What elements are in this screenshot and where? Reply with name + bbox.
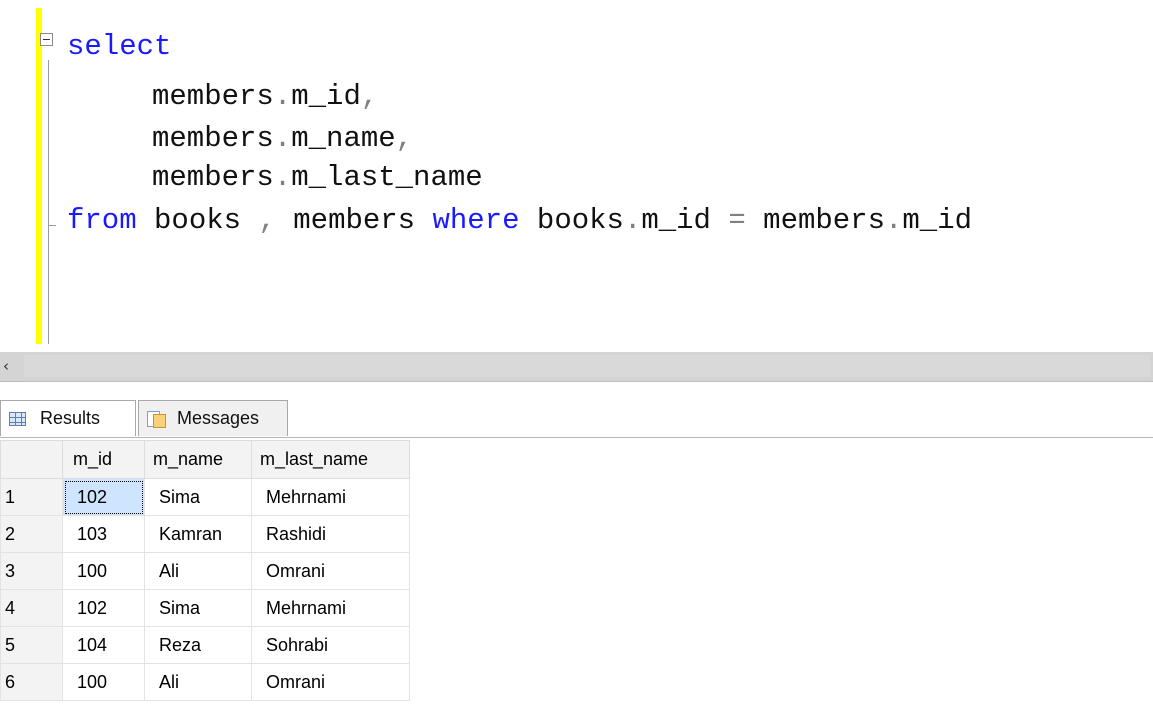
code-token: select xyxy=(67,30,172,63)
grid-cell[interactable]: Sima xyxy=(144,478,252,516)
code-line: members.m_name, xyxy=(152,120,413,158)
grid-cell[interactable]: Mehrnami xyxy=(251,589,410,627)
horizontal-scrollbar[interactable]: ‹ xyxy=(0,352,1153,382)
grid-icon xyxy=(9,411,26,426)
grid-cell[interactable]: Omrani xyxy=(251,552,410,590)
scroll-left-icon[interactable]: ‹ xyxy=(3,356,21,376)
grid-corner[interactable] xyxy=(0,440,63,479)
code-line: select xyxy=(67,28,171,66)
code-token: m_id xyxy=(902,204,973,237)
code-token: . xyxy=(623,204,642,237)
grid-cell[interactable]: Reza xyxy=(144,626,252,664)
code-area[interactable]: select members.m_id, members.m_name, mem… xyxy=(0,0,972,237)
tab-messages[interactable]: Messages xyxy=(138,400,288,436)
row-number[interactable]: 1 xyxy=(0,478,63,516)
row-number[interactable]: 5 xyxy=(0,626,63,664)
code-token: . xyxy=(273,122,292,155)
grid-cell[interactable]: Rashidi xyxy=(251,515,410,553)
code-token: , xyxy=(395,122,414,155)
grid-cell[interactable]: Ali xyxy=(144,663,252,701)
grid-cell[interactable]: Sohrabi xyxy=(251,626,410,664)
code-token: members xyxy=(152,122,274,155)
tab-messages-label: Messages xyxy=(177,408,260,428)
code-token: books xyxy=(519,204,624,237)
header-row: m_id m_name m_last_name xyxy=(0,440,410,479)
row-number[interactable]: 4 xyxy=(0,589,63,627)
code-line: from books , members where books.m_id = … xyxy=(67,202,972,240)
code-token: , xyxy=(360,80,379,113)
code-line: members.m_id, xyxy=(152,78,378,116)
code-token: m_id xyxy=(641,204,729,237)
grid-cell[interactable]: 102 xyxy=(62,478,145,516)
code-token: . xyxy=(273,80,292,113)
grid-cell[interactable]: 104 xyxy=(62,626,145,664)
code-token: , xyxy=(258,204,276,237)
code-token: m_last_name xyxy=(291,161,483,194)
code-token: m_name xyxy=(291,122,396,155)
code-token: . xyxy=(885,204,903,237)
table-row[interactable]: 1 102 Sima Mehrnami xyxy=(0,478,410,516)
code-token: books xyxy=(136,204,259,237)
row-number[interactable]: 2 xyxy=(0,515,63,553)
grid-cell[interactable]: 102 xyxy=(62,589,145,627)
code-token: where xyxy=(432,204,520,237)
table-row[interactable]: 5 104 Reza Sohrabi xyxy=(0,626,410,664)
code-token: m_id xyxy=(291,80,361,113)
code-token: members xyxy=(152,161,274,194)
row-number[interactable]: 3 xyxy=(0,552,63,590)
table-row[interactable]: 6 100 Ali Omrani xyxy=(0,663,410,701)
grid-cell[interactable]: Sima xyxy=(144,589,252,627)
code-token: from xyxy=(67,204,137,237)
column-header-m-name[interactable]: m_name xyxy=(144,440,252,479)
grid-cell[interactable]: Kamran xyxy=(144,515,252,553)
sql-editor[interactable]: select members.m_id, members.m_name, mem… xyxy=(0,0,1153,352)
code-token: . xyxy=(273,161,292,194)
code-token: members xyxy=(745,204,885,237)
tab-results[interactable]: Results xyxy=(0,400,136,436)
tab-results-label: Results xyxy=(40,408,101,428)
grid-cell[interactable]: 100 xyxy=(62,663,145,701)
scrollbar-track[interactable] xyxy=(24,355,1150,377)
table-row[interactable]: 2 103 Kamran Rashidi xyxy=(0,515,410,553)
column-header-m-id[interactable]: m_id xyxy=(62,440,145,479)
messages-icon xyxy=(147,409,167,429)
row-number[interactable]: 6 xyxy=(0,663,63,701)
code-token: members xyxy=(275,204,433,237)
grid-cell[interactable]: Omrani xyxy=(251,663,410,701)
grid-cell[interactable]: Ali xyxy=(144,552,252,590)
code-line: members.m_last_name xyxy=(152,159,483,197)
grid-cell[interactable]: 103 xyxy=(62,515,145,553)
table-row[interactable]: 3 100 Ali Omrani xyxy=(0,552,410,590)
code-token: = xyxy=(728,204,746,237)
code-token: members xyxy=(152,80,274,113)
table-row[interactable]: 4 102 Sima Mehrnami xyxy=(0,589,410,627)
results-tab-strip: Results Messages xyxy=(0,400,1153,438)
results-grid[interactable]: m_id m_name m_last_name 1 102 Sima Mehrnami… xyxy=(0,440,410,701)
column-header-m-last-name[interactable]: m_last_name xyxy=(251,440,410,479)
grid-cell[interactable]: Mehrnami xyxy=(251,478,410,516)
grid-cell[interactable]: 100 xyxy=(62,552,145,590)
